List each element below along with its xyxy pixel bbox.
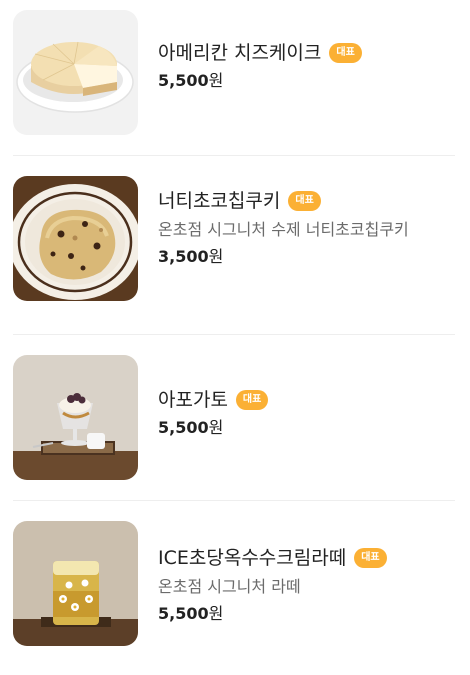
item-description: 온초점 시그니처 라떼 xyxy=(158,577,301,596)
item-price: 5,500원 xyxy=(158,417,455,439)
price-unit: 원 xyxy=(208,71,224,90)
menu-item-info: ICE초당옥수수크림라떼 대표 온초점 시그니처 라떼 5,500원 xyxy=(158,545,455,625)
menu-item-affogato[interactable]: 아포가토 대표 5,500원 xyxy=(13,355,455,480)
affogato-image[interactable] xyxy=(13,355,138,480)
item-name: 너티초코칩쿠키 xyxy=(158,190,281,212)
corn-latte-image[interactable] xyxy=(13,521,138,646)
price-amount: 5,500 xyxy=(158,71,209,90)
price-unit: 원 xyxy=(208,418,224,437)
item-price: 3,500원 xyxy=(158,246,455,268)
menu-item-cookie[interactable]: 너티초코칩쿠키 대표 온초점 시그니처 수제 너티초코칩쿠키 3,500원 xyxy=(13,176,455,314)
menu-item-info: 아메리칸 치즈케이크 대표 5,500원 xyxy=(158,40,455,92)
cookie-image[interactable] xyxy=(13,176,138,301)
menu-item-cheesecake[interactable]: 아메리칸 치즈케이크 대표 5,500원 xyxy=(13,10,455,135)
signature-badge: 대표 xyxy=(329,43,362,63)
cheesecake-image[interactable] xyxy=(13,10,138,135)
item-name: ICE초당옥수수크림라떼 xyxy=(158,547,347,569)
signature-badge: 대표 xyxy=(288,191,321,211)
signature-badge: 대표 xyxy=(354,548,387,568)
menu-list: 아메리칸 치즈케이크 대표 5,500원 너티초코칩쿠키 대표 온초점 시그니처… xyxy=(0,0,470,675)
item-name: 아포가토 xyxy=(158,389,228,411)
divider xyxy=(13,155,455,156)
item-description: 온초점 시그니처 수제 너티초코칩쿠키 xyxy=(158,220,409,239)
price-amount: 3,500 xyxy=(158,247,209,266)
price-unit: 원 xyxy=(208,604,224,623)
menu-item-info: 너티초코칩쿠키 대표 온초점 시그니처 수제 너티초코칩쿠키 3,500원 xyxy=(158,188,455,268)
name-row: 아메리칸 치즈케이크 대표 xyxy=(158,40,455,66)
name-row: 아포가토 대표 xyxy=(158,387,455,413)
divider xyxy=(13,500,455,501)
signature-badge: 대표 xyxy=(235,390,269,410)
item-price: 5,500원 xyxy=(158,70,455,92)
name-row: 너티초코칩쿠키 대표 xyxy=(158,188,455,214)
name-row: ICE초당옥수수크림라떼 대표 xyxy=(158,545,455,571)
price-amount: 5,500 xyxy=(158,418,209,437)
menu-item-info: 아포가토 대표 5,500원 xyxy=(158,387,455,439)
item-price: 5,500원 xyxy=(158,603,455,625)
divider xyxy=(13,334,455,335)
menu-item-corn-latte[interactable]: ICE초당옥수수크림라떼 대표 온초점 시그니처 라떼 5,500원 xyxy=(13,521,455,659)
price-unit: 원 xyxy=(208,247,224,266)
price-amount: 5,500 xyxy=(158,604,209,623)
item-name: 아메리칸 치즈케이크 xyxy=(158,42,322,64)
